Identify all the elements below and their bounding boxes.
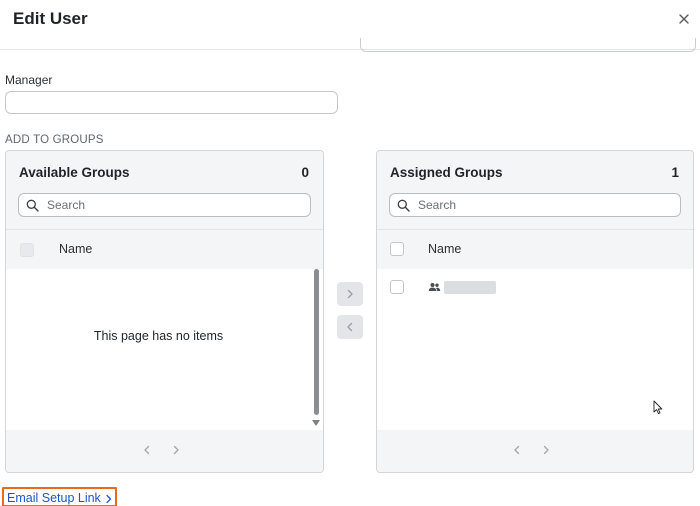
available-groups-pagination xyxy=(6,430,323,472)
chevron-right-icon xyxy=(106,494,111,503)
scrollbar-thumb[interactable] xyxy=(314,269,319,415)
dialog-title: Edit User xyxy=(13,9,88,28)
assigned-groups-panel: Assigned Groups 1 Name xyxy=(376,150,694,473)
manager-input[interactable] xyxy=(5,91,338,114)
select-all-checkbox xyxy=(20,243,34,257)
previous-page-icon[interactable] xyxy=(140,443,154,457)
column-name-header[interactable]: Name xyxy=(59,242,92,256)
assigned-groups-pagination xyxy=(377,430,693,472)
manager-label: Manager xyxy=(5,73,53,87)
assigned-groups-search-input[interactable] xyxy=(418,194,674,216)
assigned-groups-title: Assigned Groups xyxy=(390,165,503,180)
email-setup-link-label: Email Setup Link xyxy=(7,491,101,505)
previous-page-icon[interactable] xyxy=(510,443,524,457)
available-groups-panel: Available Groups 0 Name This page has no… xyxy=(5,150,324,473)
add-to-groups-label: ADD TO GROUPS xyxy=(5,134,104,146)
assigned-groups-count: 1 xyxy=(671,165,679,180)
search-icon xyxy=(26,199,39,212)
row-checkbox[interactable] xyxy=(390,280,404,294)
group-icon xyxy=(428,283,441,291)
next-page-icon[interactable] xyxy=(169,443,183,457)
assigned-groups-header: Assigned Groups 1 xyxy=(377,151,693,229)
column-name-header[interactable]: Name xyxy=(428,242,461,256)
available-groups-list: This page has no items xyxy=(6,269,323,430)
search-icon xyxy=(397,199,410,212)
close-button[interactable] xyxy=(676,11,692,27)
assigned-groups-search[interactable] xyxy=(389,193,681,217)
mouse-pointer-icon xyxy=(653,400,663,415)
scroll-down-arrow[interactable] xyxy=(312,420,320,426)
table-row[interactable] xyxy=(377,269,693,307)
available-groups-search-input[interactable] xyxy=(47,194,304,216)
select-all-checkbox[interactable] xyxy=(390,242,404,256)
email-setup-link[interactable]: Email Setup Link xyxy=(2,487,117,506)
move-to-assigned-button[interactable] xyxy=(337,282,363,306)
available-groups-count: 0 xyxy=(301,165,309,180)
available-groups-title: Available Groups xyxy=(19,165,130,180)
available-groups-search[interactable] xyxy=(18,193,311,217)
assigned-groups-list xyxy=(377,269,693,430)
previous-field-remnant xyxy=(360,38,696,52)
available-groups-column-header: Name xyxy=(6,229,323,269)
empty-state-message: This page has no items xyxy=(93,329,224,343)
group-name-redacted xyxy=(444,281,496,294)
chevron-left-icon xyxy=(347,322,353,332)
next-page-icon[interactable] xyxy=(539,443,553,457)
chevron-right-icon xyxy=(347,289,353,299)
assigned-groups-column-header: Name xyxy=(377,229,693,269)
available-groups-header: Available Groups 0 xyxy=(6,151,323,229)
close-icon xyxy=(679,14,689,24)
scrollbar[interactable] xyxy=(311,269,321,430)
move-to-available-button[interactable] xyxy=(337,315,363,339)
